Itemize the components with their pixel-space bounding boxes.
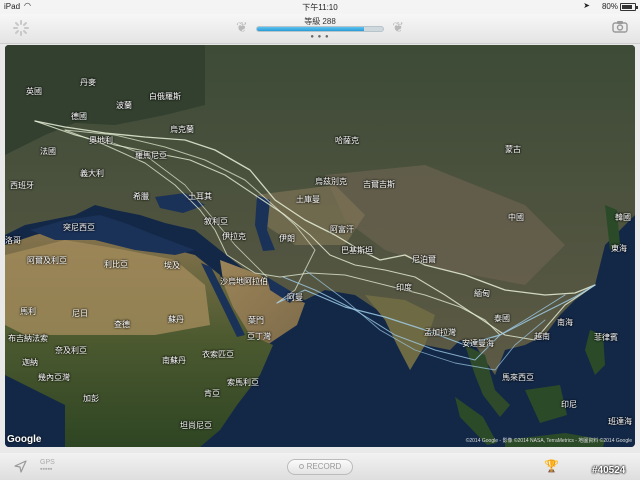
place-label: 布吉納法索 [8,334,48,343]
gps-signal-icon: ▪▪▪▪▪ [40,466,53,473]
record-icon [298,464,304,470]
place-label: 尼日 [72,309,88,318]
level-indicator[interactable]: ❦ ❦ 等級 288 ● ● ● [236,15,404,41]
place-label: 南蘇丹 [162,356,186,365]
top-toolbar: ❦ ❦ 等級 288 ● ● ● [0,14,640,44]
place-label: 緬甸 [474,289,490,298]
place-label: 利比亞 [104,260,128,269]
place-label: 衣索匹亞 [202,350,234,359]
place-label: 蘇丹 [168,315,184,324]
place-label: 羅馬尼亞 [135,151,167,160]
record-button[interactable]: RECORD [287,459,353,475]
place-label: 巴基斯坦 [341,246,373,255]
gps-label: GPS [40,459,55,466]
place-label: 伊拉克 [222,232,246,241]
level-progress-bar [256,26,384,32]
place-label: 迦納 [22,358,38,367]
place-label: 查德 [114,320,130,329]
place-label: 奈及利亞 [55,346,87,355]
place-label: 西班牙 [10,181,34,190]
status-time: 下午11:10 [302,3,338,12]
battery-icon [620,3,638,11]
place-label: 丹麥 [80,78,96,87]
place-label: 馬利 [20,307,36,316]
place-label: 法國 [40,147,56,156]
place-label: 越南 [534,332,550,341]
place-label: 亞丁灣 [247,332,271,341]
place-label: 安達曼海 [462,339,494,348]
place-label: 波蘭 [116,101,132,110]
gps-status: GPS ▪▪▪▪▪ [40,459,55,473]
place-label: 烏茲別克 [315,177,347,186]
status-bar: iPad ◠ 下午11:10 ➤ 80% [0,0,640,14]
satellite-map[interactable]: 丹麥英國波蘭 白俄羅斯德國烏克蘭奧地利法國 羅馬尼亞 哈薩克蒙古義大利西班牙 烏茲別克 吉… [5,45,635,447]
battery-percent: 80% [601,2,618,11]
place-label: 白俄羅斯 [149,92,181,101]
place-label: 菲律賓 [594,333,618,342]
place-label: 幾內亞灣 [38,373,70,382]
place-label: 孟加拉灣 [424,328,456,337]
place-label: 吉爾吉斯 [363,180,395,189]
place-label: 洛哥 [5,236,21,245]
map-attribution[interactable]: ©2014 Google - 影像 ©2014 NASA, TerraMetri… [466,437,632,444]
place-label: 馬來西亞 [502,373,534,382]
trophy-icon[interactable]: 🏆 [544,459,559,473]
place-label: 阿爾及利亞 [27,256,67,265]
location-arrow-icon: ➤ [583,1,590,10]
page-indicator: ● ● ● [310,34,330,40]
place-label: 坦尚尼亞 [180,421,212,430]
place-label: 索馬利亞 [227,378,259,387]
place-label: 埃及 [164,261,180,270]
place-label: 突尼西亞 [63,223,95,232]
google-logo: Google [7,434,42,445]
place-label: 東海 [611,244,627,253]
place-label: 肯亞 [204,389,220,398]
watermark: #40524 [592,465,626,476]
place-label: 泰國 [494,314,510,323]
place-label: 班達海 [608,417,632,426]
place-label: 印尼 [561,400,577,409]
place-label: 蒙古 [505,145,521,154]
loading-spinner-icon [13,20,29,36]
record-label: RECORD [306,462,342,471]
place-label: 阿曼 [287,293,303,302]
place-label: 印度 [396,283,412,292]
place-label: 土耳其 [188,192,212,201]
place-label: 希臘 [133,192,149,201]
place-label: 義大利 [80,169,104,178]
place-label: 沙烏地阿拉伯 [220,277,268,286]
place-label: 南海 [557,318,573,327]
place-label: 韓國 [615,213,631,222]
place-label: 尼泊爾 [412,255,436,264]
place-label: 葉門 [248,316,264,325]
place-label: 哈薩克 [335,136,359,145]
place-label: 加彭 [83,394,99,403]
place-label: 伊朗 [279,234,295,243]
place-label: 敘利亞 [204,217,228,226]
place-label: 德國 [71,112,87,121]
navigation-arrow-icon[interactable] [14,460,27,473]
place-label: 英國 [26,87,42,96]
map-canvas [5,45,635,447]
place-label: 奧地利 [89,136,113,145]
camera-icon[interactable] [612,20,628,33]
bottom-toolbar: GPS ▪▪▪▪▪ RECORD 🏆 [0,453,640,480]
place-label: 烏克蘭 [170,125,194,134]
place-label: 土庫曼 [296,195,320,204]
place-label: 阿富汗 [330,225,354,234]
place-label: 中國 [508,213,524,222]
